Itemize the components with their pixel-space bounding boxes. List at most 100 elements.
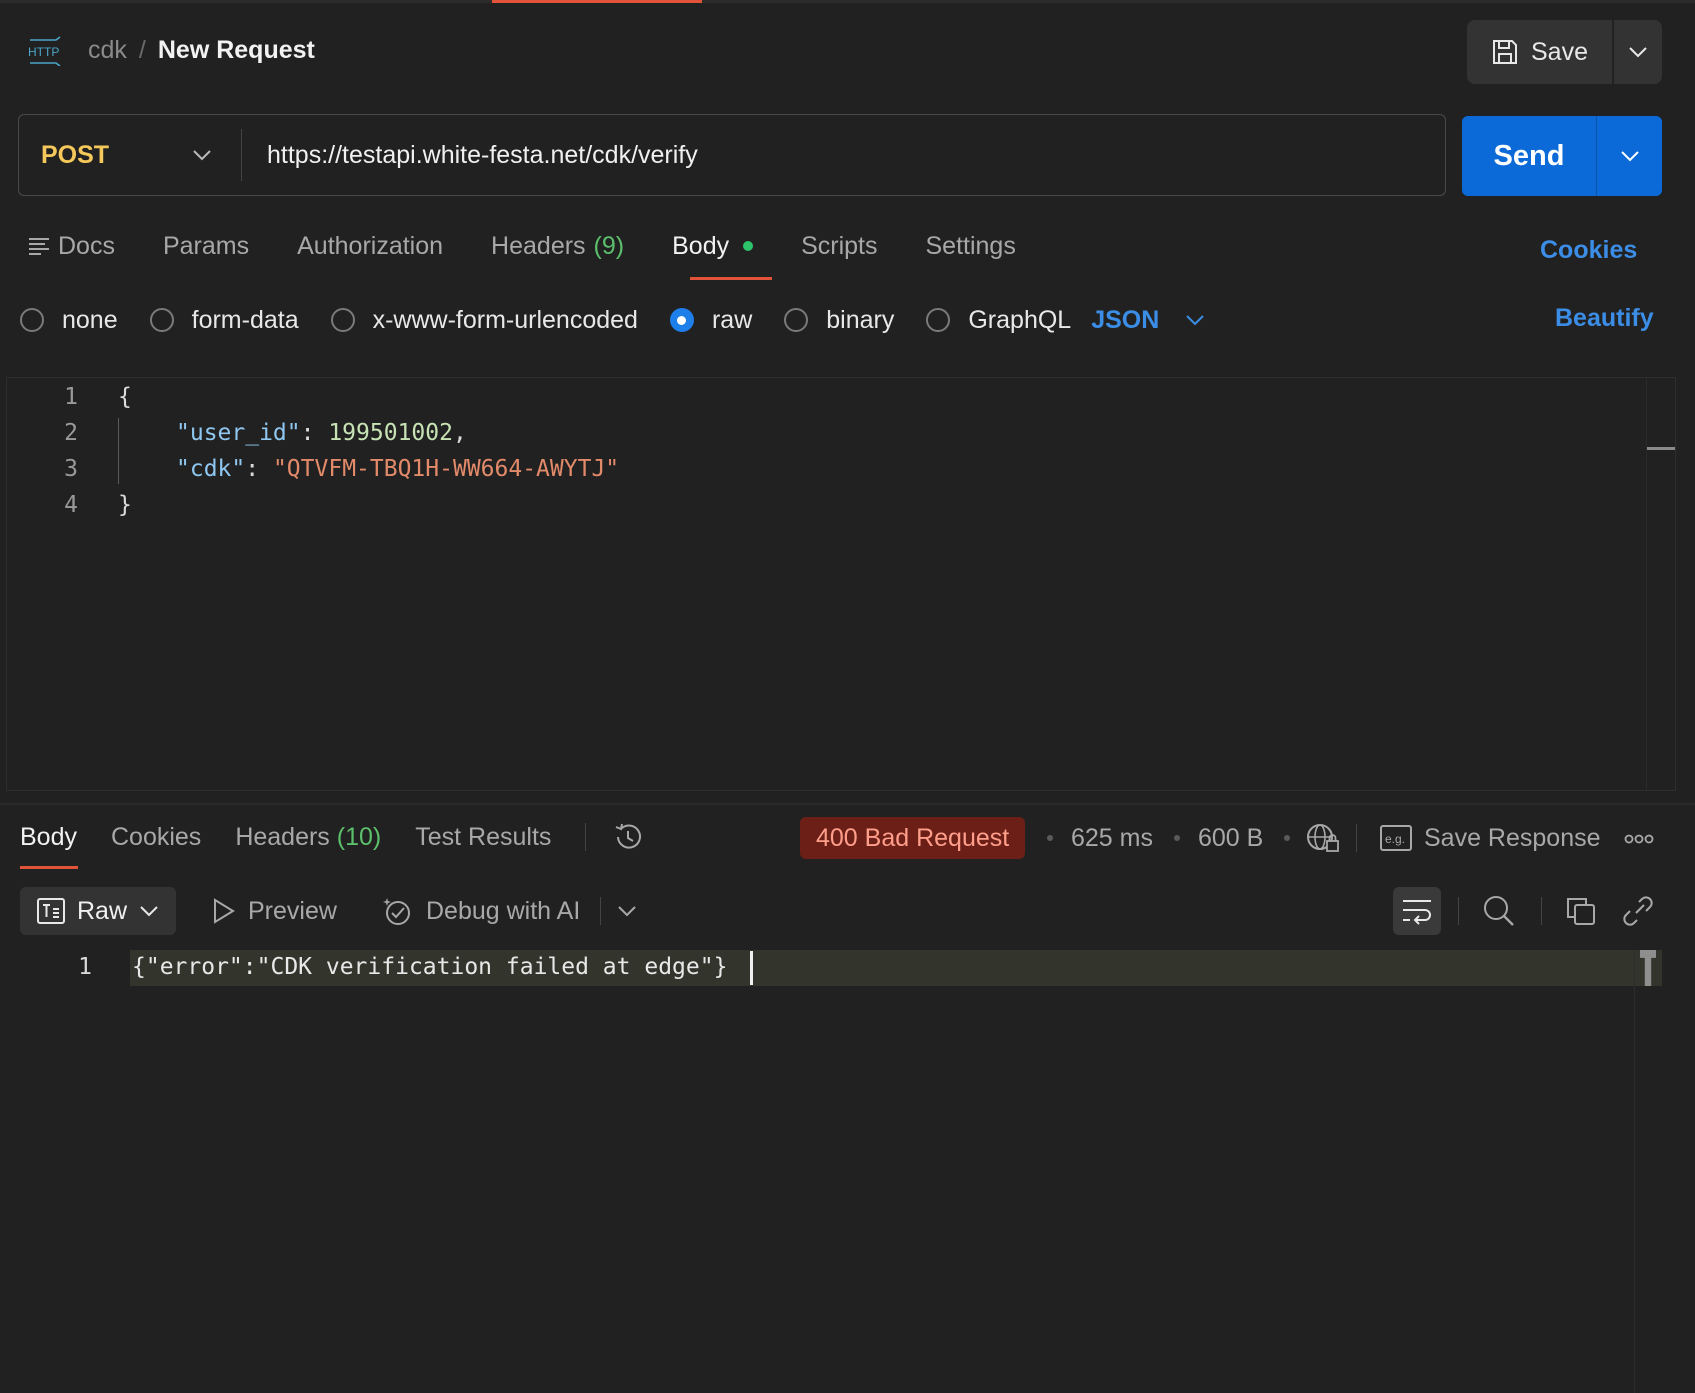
- chevron-down-icon: [617, 905, 637, 917]
- wrap-lines-icon: [1401, 897, 1433, 925]
- docs-icon: [28, 236, 50, 256]
- save-response-button[interactable]: e.g. Save Response: [1380, 817, 1601, 859]
- debug-options-button[interactable]: [603, 887, 651, 935]
- response-divider[interactable]: [0, 803, 1695, 805]
- send-options-button[interactable]: [1597, 116, 1662, 196]
- json-key: "user_id": [176, 420, 301, 446]
- copy-icon: [1566, 896, 1596, 926]
- line-number: 2: [64, 420, 78, 446]
- save-button[interactable]: Save: [1467, 20, 1612, 84]
- view-mode-select[interactable]: Raw: [20, 887, 176, 935]
- response-body-text[interactable]: {"error":"CDK verification failed at edg…: [132, 954, 727, 980]
- separator-dot: [1174, 835, 1180, 841]
- tab-params[interactable]: Params: [163, 232, 249, 261]
- response-tab-headers[interactable]: Headers (10): [235, 823, 381, 852]
- tab-authorization-label: Authorization: [297, 231, 444, 260]
- response-tab-cookies[interactable]: Cookies: [111, 823, 201, 852]
- search-button[interactable]: [1475, 887, 1523, 935]
- radio-binary-label: binary: [826, 305, 895, 334]
- response-tab-body[interactable]: Body: [20, 823, 77, 852]
- body-format-select[interactable]: JSON: [1091, 306, 1205, 335]
- separator-dot: [1047, 835, 1053, 841]
- cookies-link[interactable]: Cookies: [1540, 236, 1637, 265]
- response-active-tab-underline: [20, 866, 78, 869]
- search-icon: [1483, 895, 1515, 927]
- ai-sparkle-icon: [382, 895, 414, 927]
- beautify-link[interactable]: Beautify: [1555, 304, 1654, 333]
- response-time[interactable]: 625 ms: [1071, 817, 1153, 859]
- tab-body-label: Body: [672, 231, 730, 260]
- more-options-icon[interactable]: [1624, 834, 1654, 844]
- radio-form-data[interactable]: form-data: [149, 305, 299, 335]
- http-icon: HTTP: [26, 36, 64, 66]
- response-tab-headers-count: (10): [336, 822, 382, 851]
- radio-circle: [149, 308, 174, 332]
- chevron-down-icon: [139, 905, 159, 917]
- radio-none-label: none: [62, 305, 118, 334]
- link-icon: [1623, 896, 1653, 926]
- debug-with-ai-button[interactable]: Debug with AI: [382, 887, 580, 935]
- radio-circle: [784, 308, 809, 332]
- url-input[interactable]: https://testapi.white-festa.net/cdk/veri…: [267, 115, 698, 195]
- divider: [600, 897, 601, 925]
- radio-circle: [330, 308, 355, 332]
- radio-form-data-label: form-data: [191, 305, 299, 334]
- radio-none[interactable]: none: [20, 306, 118, 335]
- radio-raw-label: raw: [711, 305, 753, 334]
- breadcrumb-collection[interactable]: cdk: [88, 36, 127, 64]
- send-button[interactable]: Send: [1462, 116, 1596, 196]
- save-response-label: Save Response: [1424, 823, 1601, 852]
- tab-docs[interactable]: Docs: [28, 232, 115, 261]
- tab-scripts[interactable]: Scripts: [801, 232, 877, 261]
- breadcrumb-separator: /: [138, 36, 146, 64]
- tab-scripts-label: Scripts: [801, 231, 878, 260]
- radio-binary[interactable]: binary: [784, 306, 894, 335]
- response-tab-headers-label: Headers: [235, 822, 330, 851]
- svg-text:e.g.: e.g.: [1385, 832, 1405, 846]
- radio-raw[interactable]: raw: [669, 305, 753, 335]
- json-colon: :: [300, 420, 329, 446]
- url-divider: [241, 129, 242, 181]
- method-select[interactable]: POST: [41, 115, 109, 195]
- radio-urlencoded[interactable]: x-www-form-urlencoded: [330, 305, 638, 335]
- code-open-brace: {: [118, 384, 132, 410]
- debug-label: Debug with AI: [426, 896, 581, 925]
- save-options-button[interactable]: [1614, 20, 1662, 84]
- response-size[interactable]: 600 B: [1198, 817, 1263, 859]
- preview-button[interactable]: Preview: [212, 887, 337, 935]
- chevron-down-icon[interactable]: [187, 115, 217, 195]
- copy-button[interactable]: [1557, 887, 1605, 935]
- request-title[interactable]: New Request: [158, 36, 315, 64]
- network-globe-lock-icon[interactable]: [1306, 822, 1340, 854]
- divider: [1356, 824, 1357, 852]
- link-button[interactable]: [1614, 887, 1662, 935]
- editor-scrollbar-track: [1646, 378, 1647, 790]
- editor-scrollbar-thumb[interactable]: [1647, 447, 1675, 450]
- wrap-lines-button[interactable]: [1393, 887, 1441, 935]
- chevron-down-icon: [1628, 46, 1648, 58]
- radio-graphql[interactable]: GraphQL: [926, 306, 1071, 335]
- code-close-brace: }: [118, 492, 132, 518]
- text-cursor: [750, 951, 753, 985]
- tab-settings[interactable]: Settings: [926, 232, 1016, 261]
- tab-headers-count: (9): [593, 231, 625, 260]
- tab-authorization[interactable]: Authorization: [297, 232, 443, 261]
- json-string-value: "QTVFM-TBQ1H-WW664-AWYTJ": [272, 456, 620, 482]
- line-number: 3: [64, 456, 78, 482]
- svg-text:HTTP: HTTP: [28, 45, 59, 59]
- tab-headers[interactable]: Headers (9): [491, 232, 624, 261]
- chevron-down-icon: [1620, 150, 1640, 162]
- save-icon: [1491, 38, 1519, 66]
- history-icon[interactable]: [612, 821, 644, 853]
- top-tab-indicator-bar: [0, 0, 1695, 3]
- save-button-group: Save: [1467, 20, 1662, 84]
- response-tab-test-results[interactable]: Test Results: [415, 823, 551, 852]
- tab-body[interactable]: Body: [672, 231, 754, 261]
- tab-settings-label: Settings: [925, 231, 1016, 260]
- tab-docs-label: Docs: [58, 231, 115, 260]
- status-badge[interactable]: 400 Bad Request: [800, 817, 1026, 859]
- radio-urlencoded-label: x-www-form-urlencoded: [372, 305, 638, 334]
- body-format-label: JSON: [1091, 305, 1160, 334]
- active-tab-indicator: [492, 0, 702, 3]
- tab-headers-label: Headers: [491, 231, 586, 260]
